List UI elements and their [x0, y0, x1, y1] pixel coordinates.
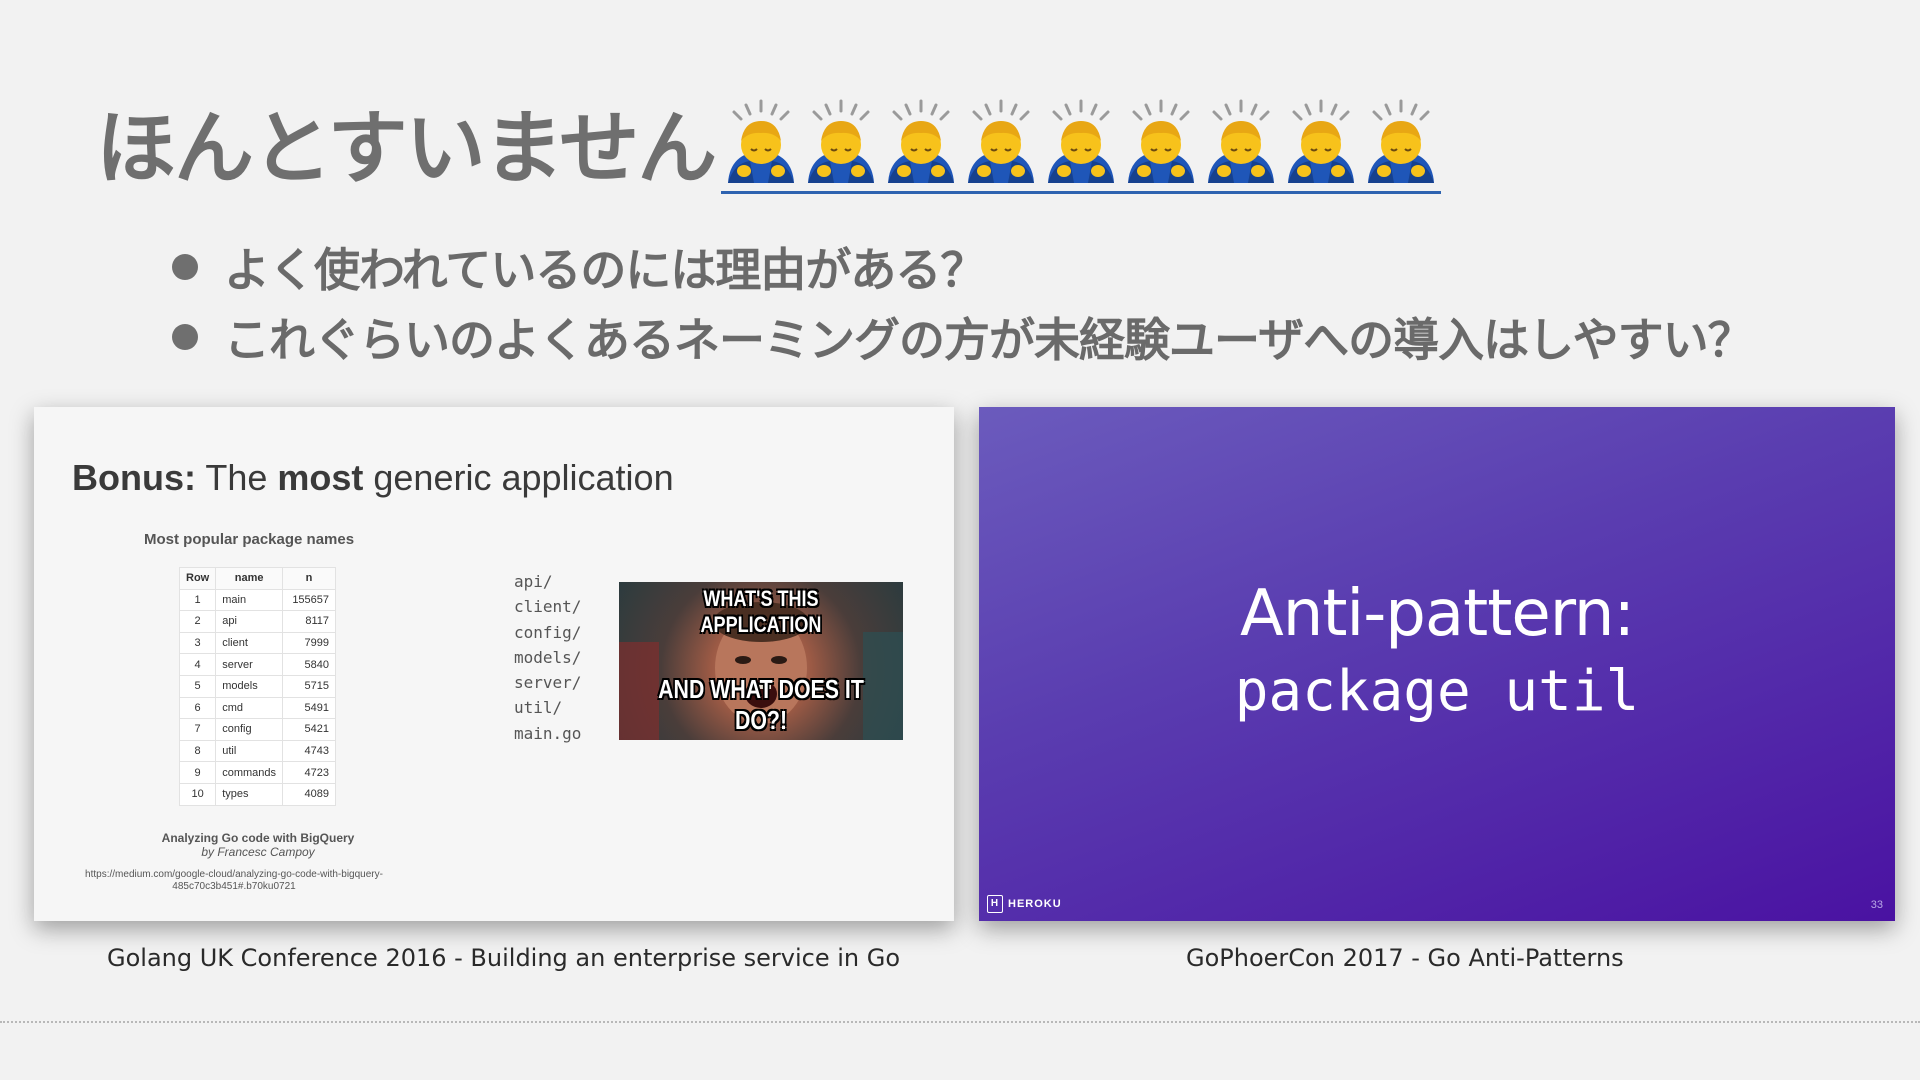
table-cell: 9 [178, 761, 217, 784]
table-row: 4 server 5840 [178, 653, 337, 676]
caption-right: GoPhoerCon 2017 - Go Anti-Patterns [1186, 944, 1624, 972]
left-slide-title-part: The [195, 457, 278, 498]
table-cell: 10 [178, 782, 217, 806]
table-subtitle: Most popular package names [144, 531, 355, 548]
directory-item: client/ [514, 597, 582, 617]
bullet-item: よく使われているのには理由がある？ [172, 232, 1753, 302]
table-cell: 4723 [282, 761, 337, 784]
table-cell: 7 [178, 718, 217, 741]
table-cell: util [215, 739, 284, 763]
table-cell: 4089 [282, 782, 337, 806]
source-url: https://medium.com/google-cloud/analyzin… [85, 869, 383, 892]
meme-top-text: WHAT'S THIS APPLICATION [700, 586, 822, 637]
table-cell: 5421 [282, 718, 337, 741]
directory-item: api/ [514, 572, 553, 591]
slide-title: ほんとすいません [96, 102, 717, 195]
bullet-dot-icon [172, 254, 198, 280]
table-cell: main [215, 588, 284, 612]
right-slide-subtitle: package util [1234, 659, 1640, 724]
left-slide-title-bonus: Bonus: [72, 457, 196, 498]
embedded-slide-right: Anti-pattern: package util H HEROKU 33 [979, 407, 1895, 921]
table-cell: 5715 [282, 674, 337, 698]
table-row: 9 commands 4723 [178, 761, 337, 784]
table-row: 6 cmd 5491 [178, 696, 337, 720]
person-bowing-icon [1288, 99, 1355, 183]
table-cell: client [215, 631, 284, 655]
table-cell: config [215, 718, 284, 741]
person-bowing-icon [1128, 99, 1195, 183]
source-author: by Francesc Campoy [201, 845, 315, 859]
person-bowing-icon [888, 99, 955, 183]
table-cell: 1 [178, 588, 217, 612]
table-cell: models [215, 674, 284, 698]
bullet-list: よく使われているのには理由がある？ これぐらいのよくあるネーミングの方が未経験ユ… [172, 232, 1754, 372]
directory-item: config/ [514, 622, 582, 642]
directory-list: api/client/config/models/server/util/mai… [514, 569, 581, 746]
meme-bottom-text: AND WHAT DOES IT DO?! [658, 674, 864, 735]
right-slide-title: Anti-pattern: [1239, 577, 1635, 651]
table-cell: types [215, 782, 284, 806]
table-row: 7 config 5421 [178, 718, 337, 741]
column-header: n [282, 567, 337, 590]
person-bowing-icon [1048, 99, 1115, 183]
left-slide-title: Bonus: The most generic application [72, 457, 674, 499]
table-row: 1 main 155657 [178, 588, 337, 612]
left-slide-title-part: generic application [363, 457, 674, 498]
directory-item: main.go [514, 723, 582, 743]
person-bowing-icon [1208, 99, 1275, 183]
table-cell: api [215, 610, 284, 633]
caption-left: Golang UK Conference 2016 - Building an … [107, 944, 901, 972]
table-cell: 6 [178, 696, 217, 720]
slide-page-number: 33 [1870, 899, 1883, 911]
directory-item: server/ [514, 673, 582, 693]
table-cell: 7999 [282, 631, 337, 655]
table-cell: 4743 [282, 739, 337, 763]
table-cell: 8 [178, 739, 217, 763]
left-slide-title-most: most [277, 457, 364, 498]
meme-image: WHAT'S THIS APPLICATION AND WHAT DOES IT… [619, 582, 903, 740]
column-header: Row [178, 567, 217, 590]
title-row: ほんとすいません [96, 84, 1442, 195]
package-names-table: Row name n 1 main 155657 2 api 8117 3 client 799… [178, 567, 337, 806]
bowing-emoji-row [721, 93, 1442, 194]
table-cell: 2 [178, 610, 217, 633]
heroku-brand-text: HEROKU [1008, 898, 1062, 910]
table-row: 3 client 7999 [178, 631, 337, 655]
table-row: 10 types 4089 [178, 782, 337, 806]
directory-item: util/ [514, 698, 563, 718]
table-header-row: Row name n [178, 567, 337, 590]
table-cell: 3 [178, 631, 217, 655]
bullet-text: よく使われているのには理由がある？ [224, 243, 986, 297]
table-cell: 5 [178, 674, 217, 698]
table-cell: server [215, 653, 284, 676]
table-row: 5 models 5715 [178, 674, 337, 698]
person-bowing-icon [1368, 99, 1435, 183]
table-row: 2 api 8117 [178, 610, 337, 633]
footer-divider [0, 1021, 1920, 1023]
source-title: Analyzing Go code with BigQuery [161, 831, 355, 845]
directory-item: models/ [514, 647, 582, 667]
table-cell: 5491 [282, 696, 337, 720]
table-cell: commands [215, 761, 284, 784]
bullet-item: これぐらいのよくあるネーミングの方が未経験ユーザへの導入はしやすい？ [172, 302, 1754, 372]
person-bowing-icon [808, 99, 875, 183]
heroku-logo: H HEROKU [987, 895, 1062, 913]
table-row: 8 util 4743 [178, 739, 337, 763]
bullet-dot-icon [172, 324, 198, 350]
bullet-text: これぐらいのよくあるネーミングの方が未経験ユーザへの導入はしやすい？ [224, 313, 1754, 367]
table-cell: cmd [215, 696, 284, 720]
table-cell: 4 [178, 653, 217, 676]
table-cell: 5840 [282, 653, 337, 676]
table-cell: 8117 [282, 610, 337, 633]
embedded-slide-left: Bonus: The most generic application Most… [34, 407, 954, 921]
person-bowing-icon [968, 99, 1035, 183]
heroku-h-icon: H [987, 895, 1003, 913]
column-header: name [215, 567, 284, 590]
person-bowing-icon [728, 99, 795, 183]
table-cell: 155657 [282, 588, 337, 612]
